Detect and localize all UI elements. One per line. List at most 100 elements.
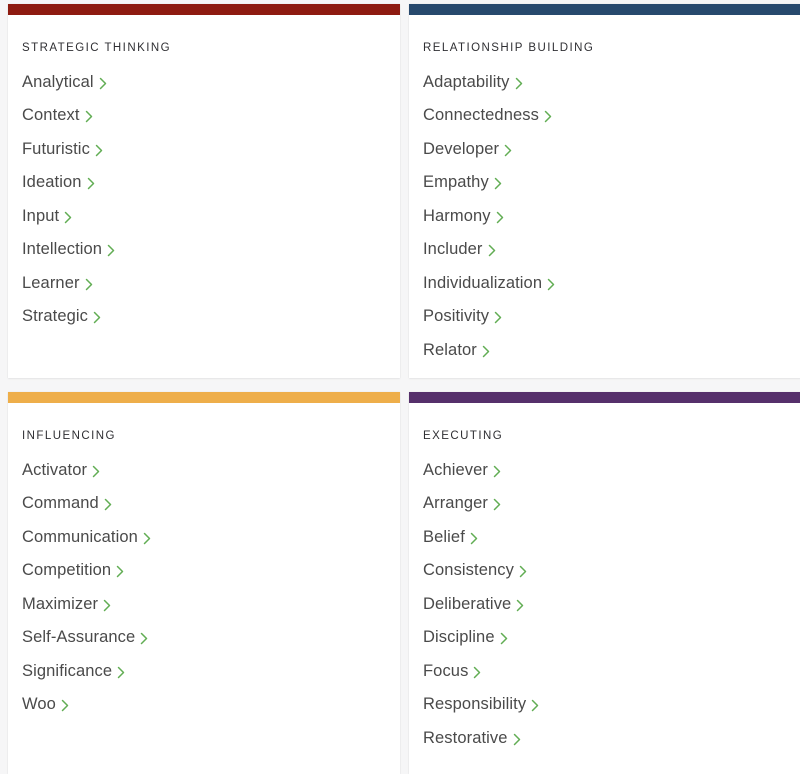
domain-card-executing: EXECUTING Achiever Arranger Belief Consi… bbox=[409, 392, 800, 774]
domain-card-body: RELATIONSHIP BUILDING Adaptability Conne… bbox=[409, 15, 800, 378]
theme-link-individualization[interactable]: Individualization bbox=[423, 274, 542, 292]
theme-link-input[interactable]: Input bbox=[22, 207, 59, 225]
domain-card-strategic-thinking: STRATEGIC THINKING Analytical Context Fu… bbox=[8, 4, 400, 378]
chevron-right-icon[interactable] bbox=[500, 632, 509, 645]
theme-list-strategic-thinking: Analytical Context Futuristic Ideation I… bbox=[22, 71, 386, 339]
list-item: Analytical bbox=[22, 71, 386, 105]
list-item: Belief bbox=[423, 526, 787, 560]
chevron-right-icon[interactable] bbox=[515, 77, 524, 90]
theme-list-executing: Achiever Arranger Belief Consistency Del… bbox=[423, 459, 787, 761]
theme-link-futuristic[interactable]: Futuristic bbox=[22, 140, 90, 158]
list-item: Achiever bbox=[423, 459, 787, 493]
domain-accent-bar-relationship-building bbox=[409, 4, 800, 15]
chevron-right-icon[interactable] bbox=[143, 532, 152, 545]
chevron-right-icon[interactable] bbox=[493, 465, 502, 478]
chevron-right-icon[interactable] bbox=[494, 177, 503, 190]
chevron-right-icon[interactable] bbox=[493, 498, 502, 511]
theme-link-strategic[interactable]: Strategic bbox=[22, 307, 88, 325]
chevron-right-icon[interactable] bbox=[496, 211, 505, 224]
theme-link-maximizer[interactable]: Maximizer bbox=[22, 595, 98, 613]
theme-link-intellection[interactable]: Intellection bbox=[22, 240, 102, 258]
list-item: Command bbox=[22, 492, 386, 526]
chevron-right-icon[interactable] bbox=[92, 465, 101, 478]
chevron-right-icon[interactable] bbox=[61, 699, 70, 712]
list-item: Intellection bbox=[22, 238, 386, 272]
chevron-right-icon[interactable] bbox=[482, 345, 491, 358]
theme-link-harmony[interactable]: Harmony bbox=[423, 207, 491, 225]
theme-link-communication[interactable]: Communication bbox=[22, 528, 138, 546]
theme-link-woo[interactable]: Woo bbox=[22, 695, 56, 713]
theme-link-connectedness[interactable]: Connectedness bbox=[423, 106, 539, 124]
chevron-right-icon[interactable] bbox=[64, 211, 73, 224]
chevron-right-icon[interactable] bbox=[85, 110, 94, 123]
theme-link-arranger[interactable]: Arranger bbox=[423, 494, 488, 512]
theme-link-ideation[interactable]: Ideation bbox=[22, 173, 82, 191]
chevron-right-icon[interactable] bbox=[117, 666, 126, 679]
theme-list-influencing: Activator Command Communication Competit… bbox=[22, 459, 386, 727]
chevron-right-icon[interactable] bbox=[93, 311, 102, 324]
theme-link-includer[interactable]: Includer bbox=[423, 240, 483, 258]
chevron-right-icon[interactable] bbox=[544, 110, 553, 123]
chevron-right-icon[interactable] bbox=[99, 77, 108, 90]
theme-link-analytical[interactable]: Analytical bbox=[22, 73, 94, 91]
domain-card-body: STRATEGIC THINKING Analytical Context Fu… bbox=[8, 15, 400, 353]
theme-link-context[interactable]: Context bbox=[22, 106, 80, 124]
list-item: Harmony bbox=[423, 205, 787, 239]
chevron-right-icon[interactable] bbox=[95, 144, 104, 157]
theme-link-belief[interactable]: Belief bbox=[423, 528, 465, 546]
theme-link-focus[interactable]: Focus bbox=[423, 662, 468, 680]
theme-link-discipline[interactable]: Discipline bbox=[423, 628, 495, 646]
theme-link-significance[interactable]: Significance bbox=[22, 662, 112, 680]
theme-link-competition[interactable]: Competition bbox=[22, 561, 111, 579]
list-item: Includer bbox=[423, 238, 787, 272]
chevron-right-icon[interactable] bbox=[504, 144, 513, 157]
chevron-right-icon[interactable] bbox=[87, 177, 96, 190]
theme-link-developer[interactable]: Developer bbox=[423, 140, 499, 158]
list-item: Empathy bbox=[423, 171, 787, 205]
theme-link-achiever[interactable]: Achiever bbox=[423, 461, 488, 479]
chevron-right-icon[interactable] bbox=[513, 733, 522, 746]
theme-link-empathy[interactable]: Empathy bbox=[423, 173, 489, 191]
list-item: Relator bbox=[423, 339, 787, 373]
list-item: Woo bbox=[22, 693, 386, 727]
theme-link-learner[interactable]: Learner bbox=[22, 274, 80, 292]
list-item: Learner bbox=[22, 272, 386, 306]
domain-accent-bar-influencing bbox=[8, 392, 400, 403]
list-item: Context bbox=[22, 104, 386, 138]
theme-link-command[interactable]: Command bbox=[22, 494, 99, 512]
chevron-right-icon[interactable] bbox=[85, 278, 94, 291]
chevron-right-icon[interactable] bbox=[531, 699, 540, 712]
list-item: Maximizer bbox=[22, 593, 386, 627]
theme-link-consistency[interactable]: Consistency bbox=[423, 561, 514, 579]
list-item: Input bbox=[22, 205, 386, 239]
chevron-right-icon[interactable] bbox=[516, 599, 525, 612]
domain-accent-bar-executing bbox=[409, 392, 800, 403]
chevron-right-icon[interactable] bbox=[140, 632, 149, 645]
chevron-right-icon[interactable] bbox=[473, 666, 482, 679]
chevron-right-icon[interactable] bbox=[547, 278, 556, 291]
chevron-right-icon[interactable] bbox=[104, 498, 113, 511]
list-item: Arranger bbox=[423, 492, 787, 526]
chevron-right-icon[interactable] bbox=[103, 599, 112, 612]
list-item: Adaptability bbox=[423, 71, 787, 105]
chevron-right-icon[interactable] bbox=[107, 244, 116, 257]
theme-link-restorative[interactable]: Restorative bbox=[423, 729, 508, 747]
domain-title-influencing: INFLUENCING bbox=[22, 430, 116, 442]
list-item: Deliberative bbox=[423, 593, 787, 627]
theme-link-deliberative[interactable]: Deliberative bbox=[423, 595, 511, 613]
theme-link-relator[interactable]: Relator bbox=[423, 341, 477, 359]
chevron-right-icon[interactable] bbox=[519, 565, 528, 578]
domain-card-relationship-building: RELATIONSHIP BUILDING Adaptability Conne… bbox=[409, 4, 800, 378]
theme-link-self-assurance[interactable]: Self-Assurance bbox=[22, 628, 135, 646]
chevron-right-icon[interactable] bbox=[488, 244, 497, 257]
theme-link-responsibility[interactable]: Responsibility bbox=[423, 695, 526, 713]
list-item: Futuristic bbox=[22, 138, 386, 172]
theme-link-positivity[interactable]: Positivity bbox=[423, 307, 489, 325]
theme-link-activator[interactable]: Activator bbox=[22, 461, 87, 479]
chevron-right-icon[interactable] bbox=[494, 311, 503, 324]
chevron-right-icon[interactable] bbox=[116, 565, 125, 578]
list-item: Individualization bbox=[423, 272, 787, 306]
list-item: Communication bbox=[22, 526, 386, 560]
chevron-right-icon[interactable] bbox=[470, 532, 479, 545]
theme-link-adaptability[interactable]: Adaptability bbox=[423, 73, 510, 91]
